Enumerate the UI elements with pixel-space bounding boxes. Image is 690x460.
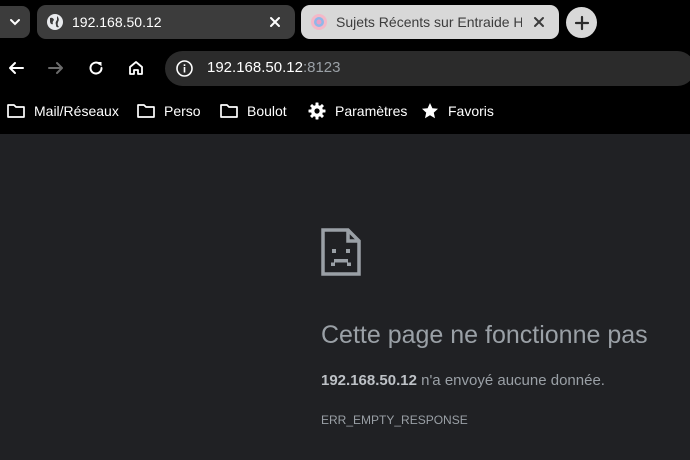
sad-page-icon	[321, 228, 361, 276]
globe-icon	[47, 14, 63, 30]
plus-icon	[574, 15, 589, 30]
bookmark-perso[interactable]: Perso	[136, 99, 201, 123]
error-message-text: n'a envoyé aucune donnée.	[416, 372, 605, 389]
home-button[interactable]	[125, 57, 147, 79]
error-message: 192.168.50.12 n'a envoyé aucune donnée.	[321, 372, 605, 389]
gear-icon	[308, 102, 326, 120]
tab-active[interactable]: 192.168.50.12	[37, 5, 295, 39]
reload-button[interactable]	[85, 57, 107, 79]
arrow-left-icon	[9, 62, 24, 74]
folder-icon	[220, 104, 238, 118]
bookmarks-bar: Mail/Réseaux Perso Boulot Paramètres Fav…	[0, 92, 690, 130]
star-icon	[422, 103, 438, 119]
info-icon[interactable]	[175, 59, 194, 78]
new-tab-button[interactable]	[566, 7, 597, 38]
error-code: ERR_EMPTY_RESPONSE	[321, 413, 468, 427]
error-title: Cette page ne fonctionne pas	[321, 321, 648, 349]
url-port: :8123	[302, 59, 341, 76]
bookmark-parametres[interactable]: Paramètres	[307, 99, 407, 123]
browser-chrome: 192.168.50.12 Sujets Récents sur Entraid…	[0, 0, 690, 134]
toolbar: 192.168.50.12:8123	[0, 45, 690, 92]
home-assistant-icon	[311, 14, 327, 30]
bookmark-favoris[interactable]: Favoris	[420, 99, 494, 123]
bookmark-label: Perso	[164, 103, 201, 119]
bookmark-mail-reseaux[interactable]: Mail/Réseaux	[6, 99, 119, 123]
folder-icon	[7, 104, 25, 118]
bookmark-label: Favoris	[448, 103, 494, 119]
tab-title: 192.168.50.12	[72, 14, 162, 30]
error-host: 192.168.50.12	[321, 372, 417, 389]
url-text[interactable]: 192.168.50.12:8123	[207, 59, 340, 76]
tab-inactive[interactable]: Sujets Récents sur Entraide Home Assista…	[301, 5, 559, 39]
arrow-right-icon	[48, 62, 63, 74]
home-icon	[129, 61, 143, 75]
bookmark-label: Mail/Réseaux	[34, 103, 119, 119]
tab-strip: 192.168.50.12 Sujets Récents sur Entraid…	[0, 0, 690, 45]
tab-title: Sujets Récents sur Entraide Home Assista…	[336, 14, 522, 30]
forward-button[interactable]	[45, 57, 67, 79]
tab-search-button[interactable]	[0, 6, 30, 38]
bookmark-boulot[interactable]: Boulot	[219, 99, 287, 123]
close-icon[interactable]	[267, 14, 283, 30]
chevron-down-icon	[10, 19, 20, 26]
url-host: 192.168.50.12	[207, 59, 303, 76]
folder-icon	[137, 104, 155, 118]
back-button[interactable]	[5, 57, 27, 79]
reload-icon	[89, 61, 103, 75]
bookmark-label: Boulot	[247, 103, 287, 119]
error-page: Cette page ne fonctionne pas 192.168.50.…	[0, 134, 690, 460]
close-icon[interactable]	[531, 14, 547, 30]
bookmark-label: Paramètres	[335, 103, 408, 119]
address-bar[interactable]: 192.168.50.12:8123	[165, 51, 690, 86]
